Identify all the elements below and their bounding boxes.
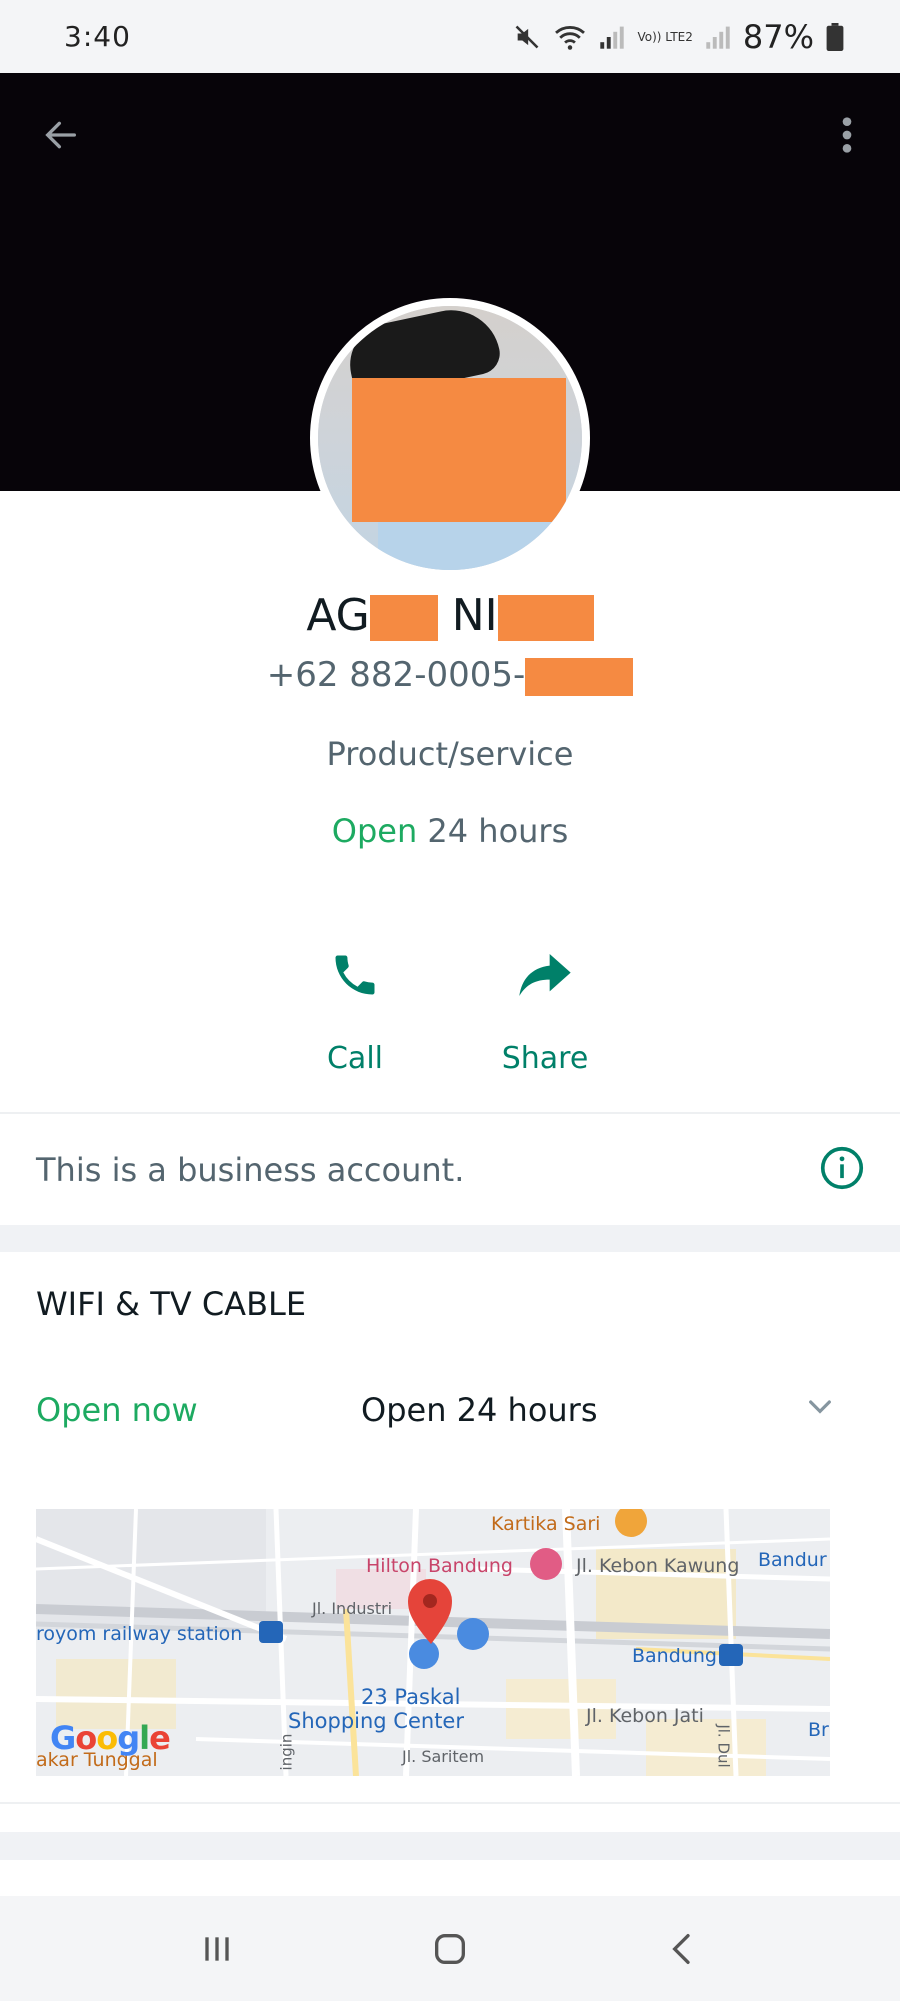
- hours-label: 24 hours: [427, 812, 569, 850]
- name-prefix: AG: [306, 590, 370, 641]
- home-button[interactable]: [420, 1919, 480, 1979]
- call-label: Call: [326, 1041, 383, 1076]
- signal-icon-2: [705, 24, 731, 50]
- map-label-hilton: Hilton Bandung: [366, 1555, 513, 1577]
- info-icon[interactable]: [820, 1146, 864, 1194]
- redaction-box: [352, 378, 566, 522]
- business-hours-row[interactable]: Open now Open 24 hours: [36, 1390, 836, 1430]
- map-label-shopping: Shopping Center: [288, 1709, 464, 1733]
- business-category: Product/service: [326, 735, 574, 773]
- system-back-button[interactable]: [653, 1919, 713, 1979]
- map-label-industri: Jl. Industri: [312, 1599, 393, 1618]
- open-label: Open: [331, 812, 418, 850]
- status-bar: 3:40 Vo)) LTE2 87%: [0, 0, 900, 73]
- battery-icon: [826, 22, 844, 51]
- section-separator: [0, 1225, 900, 1252]
- redaction-box: [497, 595, 594, 641]
- map-label-br: Br: [808, 1719, 829, 1741]
- business-notice-text: This is a business account.: [36, 1151, 465, 1189]
- map-label-station: royom railway station: [36, 1623, 243, 1645]
- map-label-paskal: 23 Paskal: [361, 1685, 461, 1709]
- status-time: 3:40: [64, 20, 131, 53]
- open-now-label: Open now: [36, 1391, 198, 1429]
- business-description: WIFI & TV CABLE: [36, 1285, 307, 1323]
- status-icons: Vo)) LTE2 87%: [513, 18, 844, 56]
- recents-button[interactable]: [187, 1919, 247, 1979]
- business-account-notice[interactable]: This is a business account.: [0, 1115, 900, 1225]
- map-label-bandung-station: Bandung: [632, 1645, 717, 1667]
- divider: [0, 1802, 900, 1804]
- map-label-kartika: Kartika Sari: [491, 1513, 601, 1535]
- map-label-bandung-top: Bandur: [758, 1549, 827, 1571]
- share-label: Share: [501, 1041, 589, 1076]
- map-label-kebon-kawung: Jl. Kebon Kawung: [576, 1555, 740, 1577]
- name-middle: NI: [451, 590, 498, 641]
- more-vert-icon: [842, 117, 852, 153]
- more-options-button[interactable]: [822, 110, 872, 160]
- divider: [0, 1112, 900, 1114]
- map-label-saritem: Jl. Saritem: [402, 1747, 485, 1766]
- system-nav-bar: [0, 1896, 900, 2001]
- chevron-down-icon[interactable]: [804, 1390, 836, 1430]
- mute-icon: [513, 23, 541, 51]
- hours-text: Open 24 hours: [361, 1391, 598, 1429]
- arrow-back-icon: [45, 121, 77, 149]
- redaction-box: [525, 657, 634, 696]
- phone-icon: [325, 945, 385, 1005]
- redaction-box: [369, 595, 438, 641]
- map-label-ingin: ingin: [277, 1733, 296, 1771]
- contact-name: AG NI: [0, 590, 900, 641]
- battery-percent: 87%: [742, 17, 814, 56]
- share-button[interactable]: Share: [495, 945, 595, 1076]
- phone-prefix: +62 882-0005-: [266, 655, 526, 695]
- contact-phone: +62 882-0005-: [0, 655, 900, 696]
- call-button[interactable]: Call: [305, 945, 405, 1076]
- location-map[interactable]: Kartika Sari Hilton Bandung Jl. Kebon Ka…: [36, 1509, 830, 1776]
- map-label-kebon-jati: Jl. Kebon Jati: [586, 1705, 704, 1727]
- recents-icon: [204, 1936, 229, 1961]
- profile-avatar[interactable]: [310, 298, 590, 578]
- google-logo: Google: [50, 1719, 171, 1757]
- section-separator: [0, 1832, 900, 1860]
- wifi-icon: [553, 23, 587, 51]
- home-icon: [434, 1933, 465, 1964]
- action-buttons: Call Share: [0, 945, 900, 1076]
- open-hours-summary: Open 24 hours: [0, 812, 900, 850]
- signal-icon: [599, 24, 625, 50]
- back-button[interactable]: [36, 110, 86, 160]
- share-arrow-icon: [515, 945, 575, 1005]
- map-label-dul: Jl. Dul: [714, 1724, 733, 1768]
- network-type: Vo)) LTE2: [637, 29, 693, 44]
- chevron-left-icon: [672, 1933, 690, 1964]
